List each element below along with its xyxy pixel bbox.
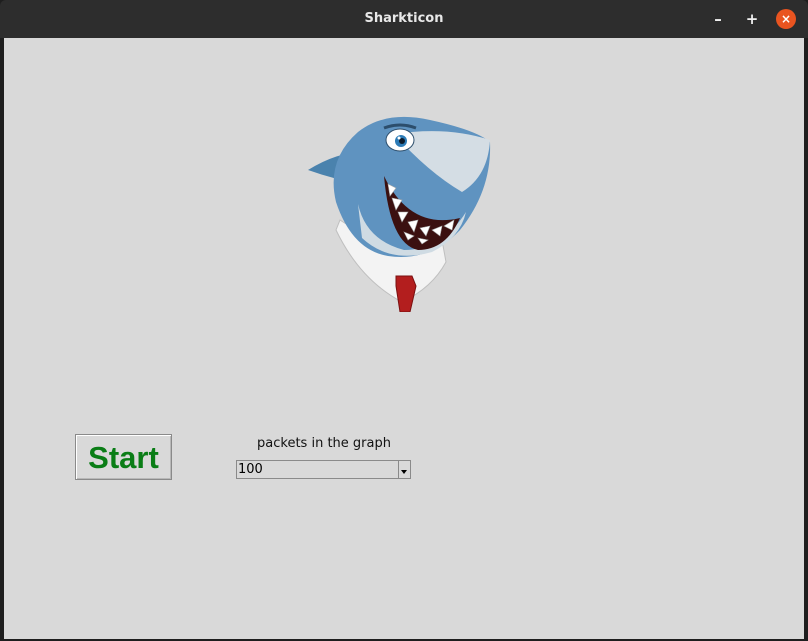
minimize-button[interactable]: – [708,9,728,29]
maximize-icon: + [745,10,759,28]
packet-count-value[interactable]: 100 [238,462,263,477]
window-title: Sharkticon [364,11,444,26]
packet-count-combobox[interactable]: 100 [236,460,411,479]
close-icon: × [780,12,792,26]
packets-in-graph-label: packets in the graph [257,436,391,451]
close-button[interactable]: × [776,9,796,29]
dropdown-arrow-icon[interactable] [398,461,410,478]
shark-mascot-icon [308,116,491,312]
maximize-button[interactable]: + [742,9,762,29]
minimize-icon: – [714,10,722,28]
main-panel: Start packets in the graph 100 [4,38,804,639]
window-titlebar[interactable]: Sharkticon – + × [0,0,808,38]
start-button[interactable]: Start [75,434,172,480]
